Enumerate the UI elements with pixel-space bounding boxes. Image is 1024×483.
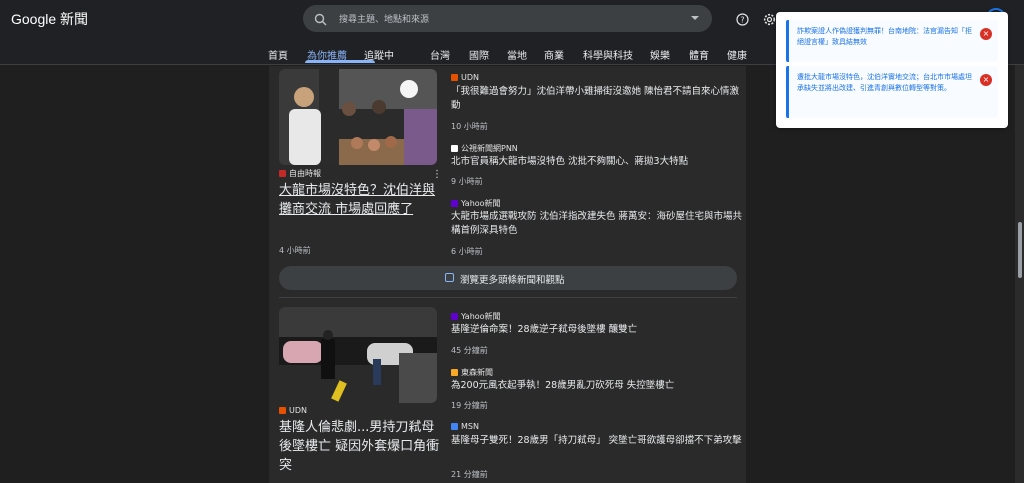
story1-related3-title[interactable]: 大龍市場成選戰攻防 沈伯洋指改建失色 蔣萬安：海砂屋住宅與市場共構首例深具特色 (451, 210, 743, 238)
story2-related3-title[interactable]: 基隆母子雙死！28歲男「持刀弒母」 突墜亡哥欲護母卻擋不下弟攻擊 (451, 434, 743, 448)
active-tab-indicator (305, 60, 375, 63)
tab-entertainment[interactable]: 娛樂 (650, 47, 670, 62)
story1-related3-time: 6 小時前 (451, 247, 483, 256)
source-logo-icon (451, 423, 458, 430)
story1-main-title[interactable]: 大龍市場沒特色？沈伯洋與攤商交流 市場處回應了 (279, 181, 441, 219)
story2-related1-title[interactable]: 基隆逆倫命案！28歲逆子弒母後墜樓 釀雙亡 (451, 323, 743, 337)
close-icon[interactable]: × (980, 74, 992, 86)
search-input[interactable]: 搜尋主題、地點和來源 (339, 12, 429, 25)
tab-health[interactable]: 健康 (727, 47, 747, 62)
tab-home[interactable]: 首頁 (268, 47, 288, 62)
story1-main-time: 4 小時前 (279, 246, 311, 255)
tab-world[interactable]: 國際 (469, 47, 489, 62)
story2-thumbnail[interactable] (279, 307, 437, 403)
story1-related2-time: 9 小時前 (451, 177, 483, 186)
tab-science-tech[interactable]: 科學與科技 (583, 47, 633, 62)
story1-more-options-icon[interactable]: ⋮ (432, 170, 442, 180)
story2-related2-source[interactable]: 東森新聞 (451, 367, 493, 378)
search-dropdown-icon[interactable] (691, 16, 699, 20)
story1-related2-source[interactable]: 公視新聞網PNN (451, 143, 518, 154)
source-logo-icon (451, 313, 458, 320)
notification-item[interactable]: 遭批大龍市場沒特色，沈伯洋實地交流；台北市市場處坦承缺失並將出改建、引進青創與數… (786, 66, 998, 118)
story2-related1-time: 45 分鐘前 (451, 346, 488, 355)
notification-text: 遭批大龍市場沒特色，沈伯洋實地交流；台北市市場處坦承缺失並將出改建、引進青創與數… (797, 73, 972, 92)
story2-related3-time: 21 分鐘前 (451, 470, 488, 479)
full-coverage-icon (445, 273, 454, 282)
settings-icon[interactable] (763, 11, 776, 30)
notification-text: 詐欺案證人作偽證獲判無罪！台南地院：法官漏告知「拒絕證言權」致具結無效 (797, 27, 972, 46)
tab-sports[interactable]: 體育 (689, 47, 709, 62)
close-icon[interactable]: × (980, 28, 992, 40)
story1-related1-time: 10 小時前 (451, 122, 488, 131)
scrollbar-thumb[interactable] (1018, 222, 1022, 278)
story1-related1-source[interactable]: UDN (451, 73, 479, 82)
story1-related2-title[interactable]: 北市官員稱大龍市場沒特色 沈批不夠關心、蔣拋3大特點 (451, 155, 743, 169)
tab-business[interactable]: 商業 (544, 47, 564, 62)
source-logo-icon (279, 407, 286, 414)
notification-item[interactable]: 詐欺案證人作偽證獲判無罪！台南地院：法官漏告知「拒絕證言權」致具結無效 × (786, 20, 998, 62)
story1-thumbnail[interactable] (279, 69, 437, 165)
tab-local[interactable]: 當地 (507, 47, 527, 62)
story1-related1-title[interactable]: 「我很難過會努力」沈伯洋帶小雞掃街沒邀她 陳怡君不請自來心情激動 (451, 85, 743, 113)
source-logo-icon (451, 74, 458, 81)
story2-related3-source[interactable]: MSN (451, 422, 479, 431)
tab-taiwan[interactable]: 台灣 (430, 47, 450, 62)
story-divider (279, 297, 737, 298)
source-logo-icon (451, 145, 458, 152)
more-headlines-button[interactable]: 瀏覽更多頭條新聞和觀點 (279, 266, 737, 290)
story1-related3-source[interactable]: Yahoo新聞 (451, 198, 501, 209)
story1-main-source[interactable]: 自由時報 (279, 168, 321, 179)
svg-text:?: ? (740, 16, 744, 25)
story2-main-source[interactable]: UDN (279, 406, 307, 415)
story2-related2-title[interactable]: 為200元風衣起爭執！28歲男亂刀砍死母 失控墜樓亡 (451, 379, 743, 393)
story2-related2-time: 19 分鐘前 (451, 401, 488, 410)
google-news-logo[interactable]: Google 新聞 (11, 9, 88, 29)
help-icon[interactable]: ? (736, 11, 749, 30)
story2-main-title[interactable]: 基隆人倫悲劇...男持刀弒母後墜樓亡 疑因外套爆口角衝突 (279, 418, 441, 475)
story2-related1-source[interactable]: Yahoo新聞 (451, 311, 501, 322)
source-logo-icon (451, 200, 458, 207)
search-box[interactable]: 搜尋主題、地點和來源 (303, 5, 712, 32)
search-icon[interactable] (314, 11, 327, 30)
source-logo-icon (451, 369, 458, 376)
source-logo-icon (279, 170, 286, 177)
